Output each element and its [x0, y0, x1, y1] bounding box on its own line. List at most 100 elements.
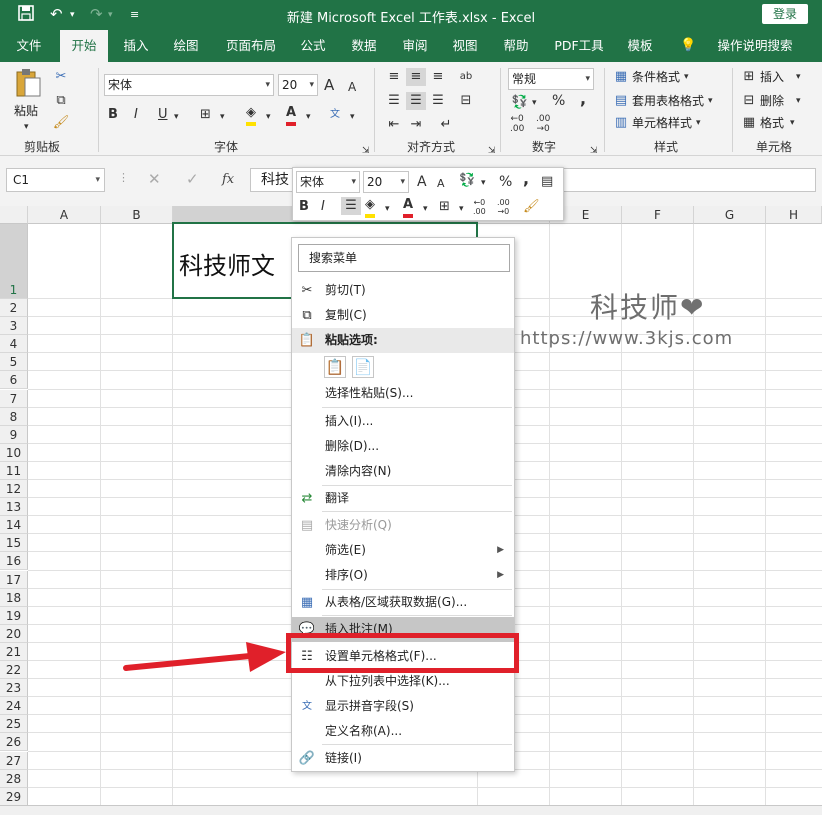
menu-item-define-name[interactable]: 定义名称(A)... [292, 719, 514, 744]
row-header[interactable]: 6 [0, 371, 28, 390]
chevron-down-icon[interactable]: ▾ [796, 92, 801, 110]
row-header[interactable]: 15 [0, 534, 28, 553]
menu-item-translate[interactable]: ⇄ 翻译 [292, 486, 514, 511]
tab-review[interactable]: 审阅 [394, 30, 436, 62]
fill-dropdown-icon[interactable]: ▾ [266, 108, 271, 126]
tab-home[interactable]: 开始 [60, 30, 108, 62]
row-header[interactable]: 8 [0, 407, 28, 426]
tab-file[interactable]: 文件 [6, 30, 52, 62]
menu-item-cut[interactable]: ✂ 剪切(T) [292, 278, 514, 303]
column-header[interactable]: F [622, 206, 694, 224]
row-header[interactable]: 16 [0, 552, 28, 571]
paste-values-icon[interactable]: 📄 [352, 356, 374, 378]
mini-borders-icon[interactable]: ⊞ [439, 198, 450, 216]
mini-fill-color-icon[interactable]: ◈ [365, 196, 375, 218]
paste-dropdown-icon[interactable]: ▾ [24, 118, 29, 136]
align-middle-icon[interactable]: ≡ [406, 68, 426, 86]
column-header[interactable]: B [101, 206, 173, 224]
mini-size-select[interactable]: 20 ▾ [363, 171, 409, 193]
menu-item-filter[interactable]: 筛选(E) ▶ [292, 538, 514, 563]
cell-styles-button[interactable]: 单元格样式 [632, 114, 692, 132]
merge-center-icon[interactable]: ⊟ [456, 92, 476, 110]
mini-center-icon[interactable]: ☰ [341, 197, 361, 215]
font-color-icon[interactable]: A [286, 104, 297, 126]
bold-button[interactable]: B [108, 106, 118, 124]
number-format-select[interactable]: 常规 ▾ [508, 68, 594, 90]
format-cells-icon[interactable]: ▦ [740, 114, 758, 132]
phonetic-icon[interactable]: 文 [330, 106, 340, 124]
row-header[interactable]: 9 [0, 425, 28, 444]
wrap-text-icon[interactable]: ↵ [436, 116, 456, 134]
align-left-icon[interactable]: ☰ [384, 92, 404, 110]
column-header[interactable]: G [694, 206, 766, 224]
conditional-format-button[interactable]: 条件格式 [632, 68, 680, 86]
name-box[interactable]: C1 ▾ [6, 168, 105, 192]
menu-item-paste-special[interactable]: 选择性粘贴(S)... [292, 381, 514, 406]
font-color-dropdown-icon[interactable]: ▾ [423, 200, 428, 218]
login-button[interactable]: 登录 [762, 4, 808, 24]
currency-dropdown-icon[interactable]: ▾ [481, 174, 486, 192]
delete-cells-icon[interactable]: ⊟ [740, 92, 758, 110]
sheet-tab-bar[interactable] [0, 805, 822, 815]
cancel-icon[interactable]: ✕ [148, 170, 161, 188]
chevron-down-icon[interactable]: ▾ [696, 114, 701, 132]
tab-insert[interactable]: 插入 [114, 30, 158, 62]
row-header[interactable]: 23 [0, 679, 28, 698]
row-header[interactable]: 13 [0, 498, 28, 517]
decrease-indent-icon[interactable]: ⇤ [384, 116, 404, 134]
chevron-down-icon[interactable]: ▾ [708, 92, 713, 110]
menu-item-clear-contents[interactable]: 清除内容(N) [292, 459, 514, 484]
row-header[interactable]: 29 [0, 787, 28, 806]
currency-icon[interactable]: 💱 [459, 172, 475, 190]
borders-dropdown-icon[interactable]: ▾ [220, 108, 225, 126]
comma-button[interactable]: , [580, 90, 586, 108]
row-header[interactable]: 4 [0, 335, 28, 354]
align-right-icon[interactable]: ☰ [428, 92, 448, 110]
row-header[interactable]: 1 [0, 224, 28, 299]
tab-formulas[interactable]: 公式 [292, 30, 334, 62]
row-header[interactable]: 14 [0, 516, 28, 535]
row-header[interactable]: 28 [0, 769, 28, 788]
fill-dropdown-icon[interactable]: ▾ [385, 200, 390, 218]
currency-icon[interactable]: 💱 [510, 94, 530, 112]
tab-view[interactable]: 视图 [444, 30, 486, 62]
orientation-icon[interactable]: ab [456, 68, 476, 86]
table-format-button[interactable]: 套用表格格式 [632, 92, 704, 110]
font-shrink-button[interactable]: A [348, 78, 356, 96]
row-header[interactable]: 18 [0, 588, 28, 607]
italic-button[interactable]: I [134, 106, 138, 124]
mini-percent-button[interactable]: % [499, 173, 512, 191]
row-header[interactable]: 22 [0, 661, 28, 680]
row-header[interactable]: 21 [0, 642, 28, 661]
decrease-decimal-icon[interactable]: .00 →0 [497, 198, 510, 216]
chevron-down-icon[interactable]: ▾ [790, 114, 795, 132]
font-grow-button[interactable]: A [324, 76, 334, 94]
menu-search-input[interactable]: 搜索菜单 [298, 244, 510, 272]
menu-item-copy[interactable]: ⧉ 复制(C) [292, 303, 514, 328]
chevron-down-icon[interactable]: ▾ [684, 68, 689, 86]
format-painter-icon[interactable]: 🖌 [52, 114, 70, 132]
menu-item-insert[interactable]: 插入(I)... [292, 409, 514, 434]
grow-font-icon[interactable]: A [417, 173, 427, 191]
tab-templates[interactable]: 模板 [618, 30, 662, 62]
mini-bold-button[interactable]: B [299, 198, 309, 216]
format-button[interactable]: 格式 [760, 114, 784, 132]
conditional-format-icon[interactable]: ▦ [612, 68, 630, 86]
insert-function-icon[interactable]: fx [222, 172, 234, 187]
font-color-dropdown-icon[interactable]: ▾ [306, 108, 311, 126]
increase-decimal-icon[interactable]: ←0.00 [510, 114, 524, 134]
mini-font-select[interactable]: 宋体 ▾ [296, 171, 360, 193]
increase-decimal-icon[interactable]: ←0.00 [473, 198, 486, 216]
tab-pdf-tools[interactable]: PDF工具 [548, 30, 610, 62]
row-header[interactable]: 3 [0, 317, 28, 336]
tab-help[interactable]: 帮助 [494, 30, 538, 62]
cut-icon[interactable]: ✂ [52, 68, 70, 86]
row-header[interactable]: 2 [0, 299, 28, 318]
insert-cells-icon[interactable]: ⊞ [740, 68, 758, 86]
align-top-icon[interactable]: ≡ [384, 68, 404, 86]
insert-cells-button[interactable]: 插入 [760, 68, 784, 86]
cell-styles-icon[interactable]: ▥ [612, 114, 630, 132]
row-header[interactable]: 11 [0, 461, 28, 480]
paste-icon[interactable] [14, 68, 42, 98]
currency-dropdown-icon[interactable]: ▾ [532, 94, 537, 112]
